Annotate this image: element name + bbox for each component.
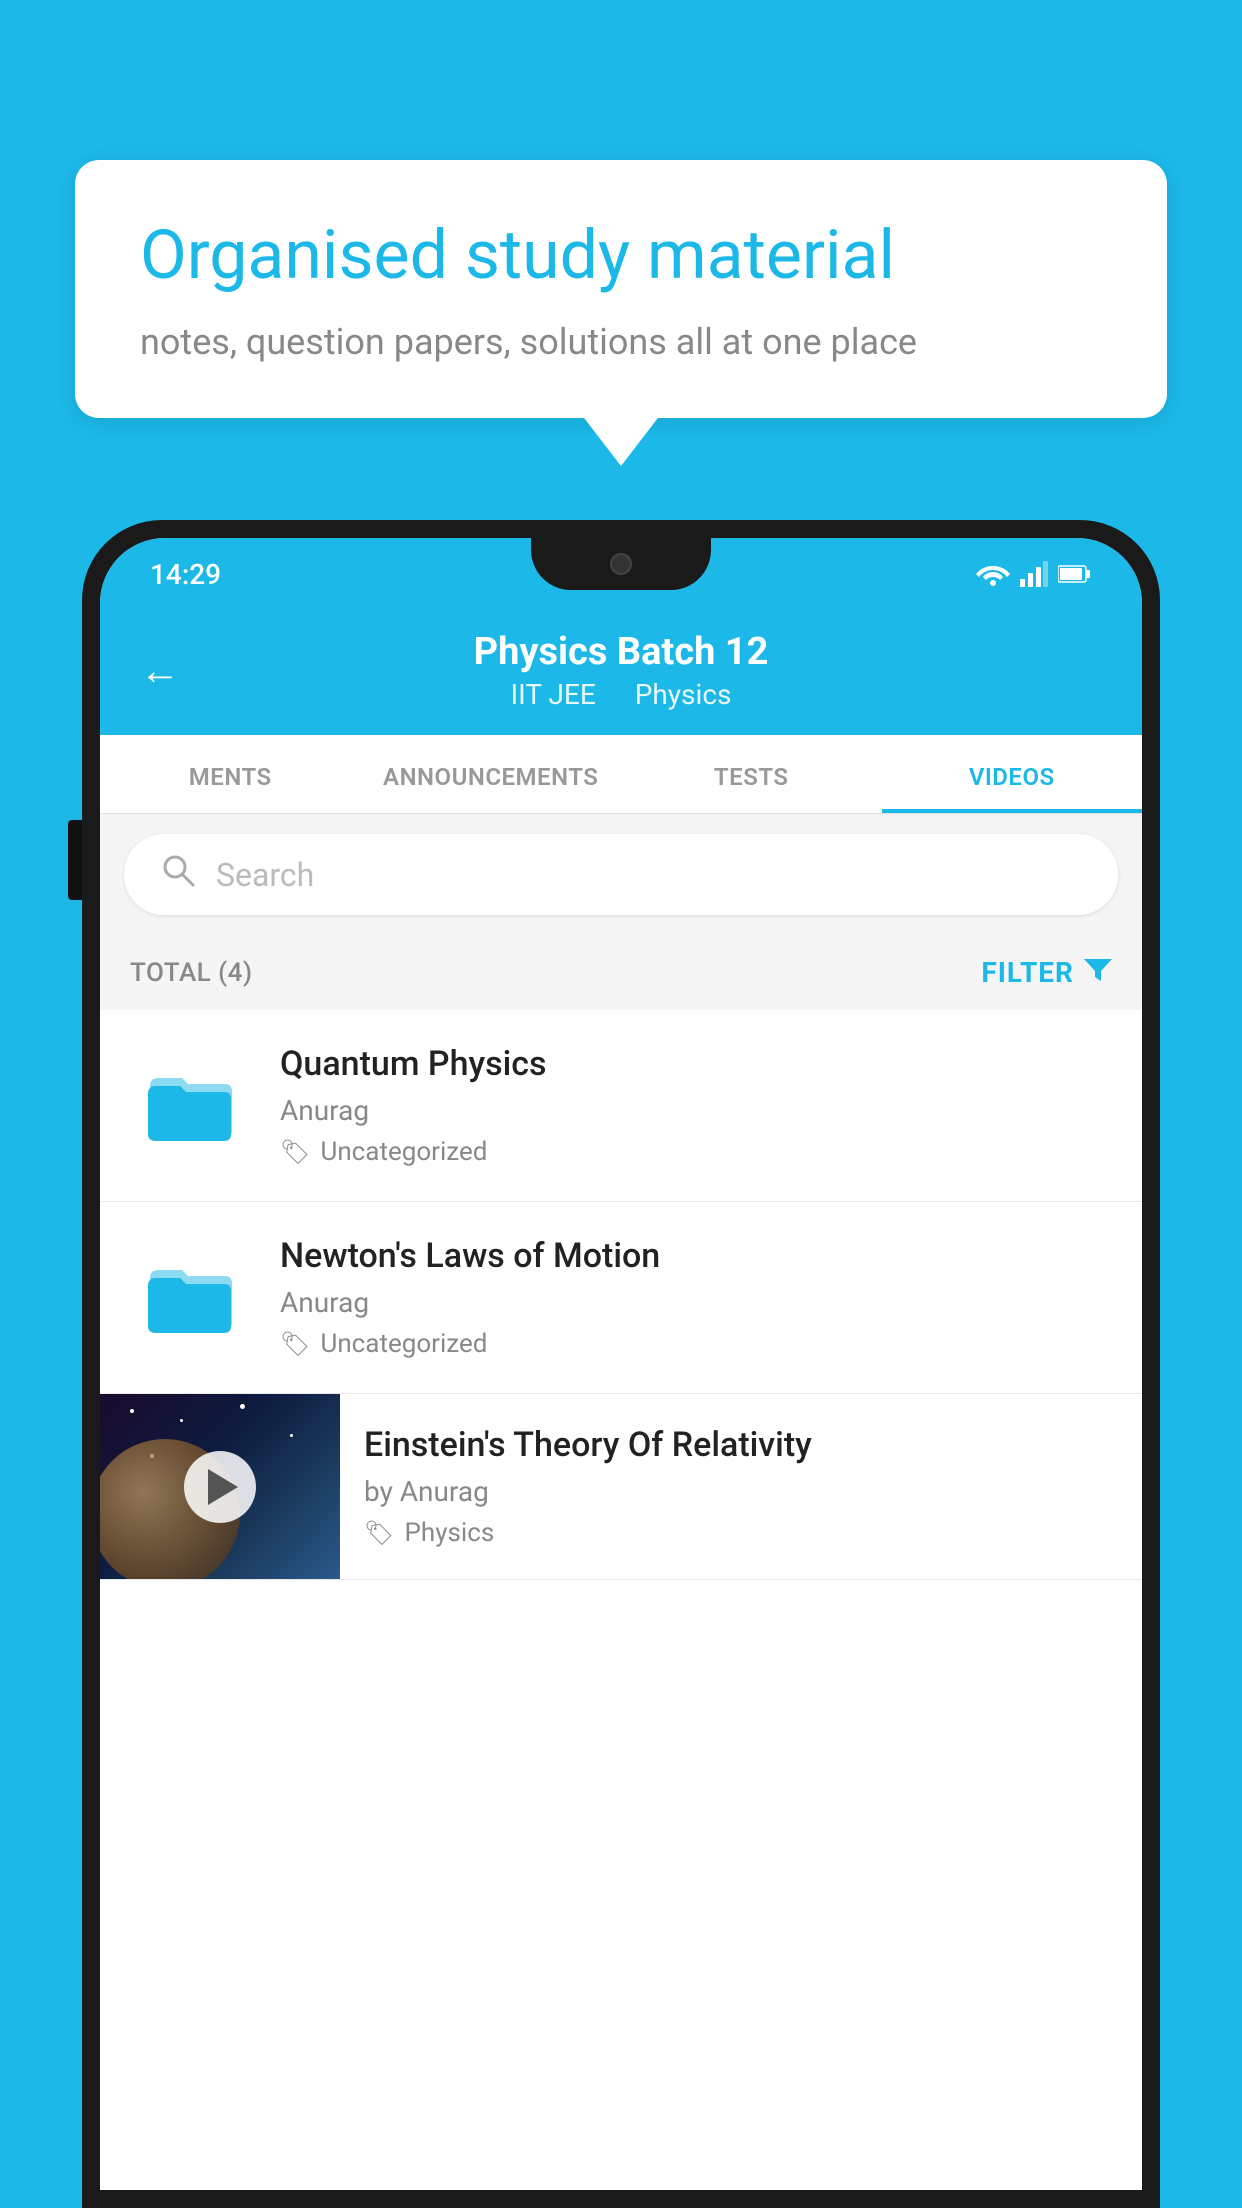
- video-title-2: Newton's Laws of Motion: [280, 1236, 1112, 1276]
- tab-tests[interactable]: TESTS: [621, 735, 882, 813]
- folder-thumbnail-1: [130, 1046, 250, 1166]
- speech-bubble-container: Organised study material notes, question…: [75, 160, 1167, 418]
- tag-icon-1: 🏷: [280, 1138, 310, 1166]
- tag-icon-2: 🏷: [280, 1330, 310, 1358]
- filter-label: FILTER: [981, 956, 1074, 989]
- total-count: TOTAL (4): [130, 958, 253, 988]
- list-item[interactable]: Newton's Laws of Motion Anurag 🏷 Uncateg…: [100, 1202, 1142, 1394]
- folder-thumbnail-2: [130, 1238, 250, 1358]
- subtitle-iitjee: IIT JEE: [511, 678, 596, 711]
- video-thumbnail-3: [100, 1394, 340, 1579]
- video-author-3: by Anurag: [364, 1475, 1118, 1508]
- folder-icon: [140, 1248, 240, 1348]
- tab-videos[interactable]: VIDEOS: [882, 735, 1143, 813]
- list-item[interactable]: Einstein's Theory Of Relativity by Anura…: [100, 1394, 1142, 1580]
- search-bar-container: Search: [100, 814, 1142, 935]
- header-title-group: Physics Batch 12 IIT JEE Physics: [474, 630, 769, 711]
- battery-icon: [1058, 564, 1092, 584]
- video-title-1: Quantum Physics: [280, 1044, 1112, 1084]
- folder-icon: [140, 1056, 240, 1156]
- filter-icon: [1084, 955, 1112, 990]
- subtitle-physics: Physics: [635, 678, 732, 711]
- filter-bar: TOTAL (4) FILTER: [100, 935, 1142, 1010]
- tab-ments[interactable]: MENTS: [100, 735, 361, 813]
- app-header: ← Physics Batch 12 IIT JEE Physics: [100, 602, 1142, 735]
- header-subtitle: IIT JEE Physics: [474, 678, 769, 711]
- tag-icon-3: 🏷: [364, 1519, 394, 1547]
- filter-button[interactable]: FILTER: [981, 955, 1112, 990]
- search-icon: [160, 852, 196, 897]
- video-title-3: Einstein's Theory Of Relativity: [364, 1425, 1118, 1465]
- video-author-1: Anurag: [280, 1094, 1112, 1127]
- status-time: 14:29: [150, 558, 221, 591]
- phone-frame: 14:29: [82, 520, 1160, 2208]
- video-tag-3: 🏷 Physics: [364, 1518, 1118, 1548]
- wifi-icon: [976, 561, 1010, 587]
- list-item[interactable]: Quantum Physics Anurag 🏷 Uncategorized: [100, 1010, 1142, 1202]
- search-input-placeholder[interactable]: Search: [216, 856, 314, 894]
- video-info-3: Einstein's Theory Of Relativity by Anura…: [340, 1397, 1142, 1576]
- tabs-bar: MENTS ANNOUNCEMENTS TESTS VIDEOS: [100, 735, 1142, 814]
- play-button[interactable]: [184, 1451, 256, 1523]
- video-list: Quantum Physics Anurag 🏷 Uncategorized: [100, 1010, 1142, 1580]
- video-info-1: Quantum Physics Anurag 🏷 Uncategorized: [280, 1044, 1112, 1167]
- header-title: Physics Batch 12: [474, 630, 769, 674]
- signal-icon: [1020, 561, 1048, 587]
- camera-icon: [610, 553, 632, 575]
- tab-announcements[interactable]: ANNOUNCEMENTS: [361, 735, 622, 813]
- speech-bubble: Organised study material notes, question…: [75, 160, 1167, 418]
- tag-label-1: Uncategorized: [320, 1137, 487, 1167]
- play-triangle-icon: [208, 1469, 238, 1505]
- video-author-2: Anurag: [280, 1286, 1112, 1319]
- tag-label-2: Uncategorized: [320, 1329, 487, 1359]
- speech-bubble-subtext: notes, question papers, solutions all at…: [140, 321, 1102, 363]
- back-button[interactable]: ←: [140, 647, 180, 694]
- search-bar[interactable]: Search: [124, 834, 1118, 915]
- phone-screen: 14:29: [100, 538, 1142, 2190]
- status-icons: [976, 561, 1092, 587]
- video-tag-2: 🏷 Uncategorized: [280, 1329, 1112, 1359]
- video-tag-1: 🏷 Uncategorized: [280, 1137, 1112, 1167]
- phone-notch: [531, 538, 711, 590]
- phone-container: 14:29: [82, 520, 1160, 2208]
- speech-bubble-heading: Organised study material: [140, 215, 1102, 297]
- tag-label-3: Physics: [404, 1518, 494, 1548]
- video-info-2: Newton's Laws of Motion Anurag 🏷 Uncateg…: [280, 1236, 1112, 1359]
